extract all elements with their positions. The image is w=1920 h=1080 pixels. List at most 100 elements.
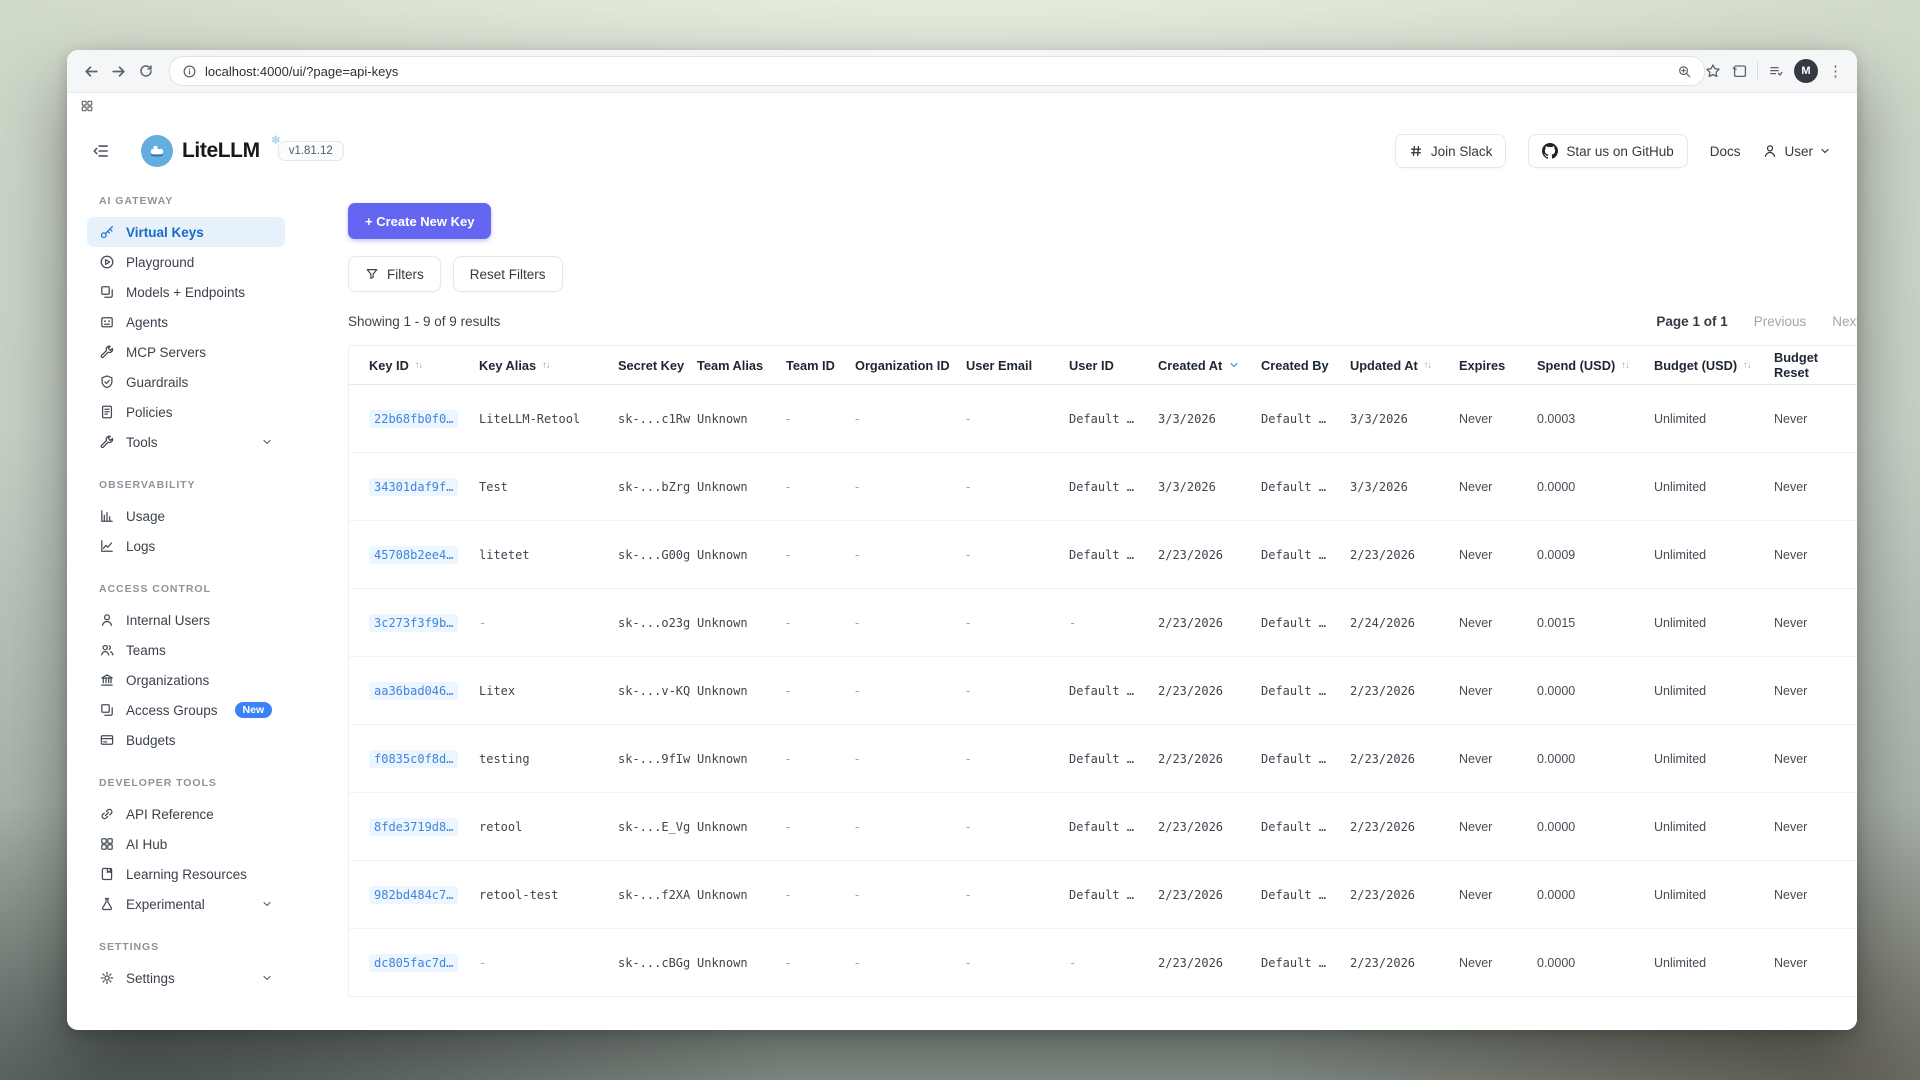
gear-icon — [99, 970, 115, 986]
sidebar-item-experimental[interactable]: Experimental — [87, 889, 285, 919]
sort-icon[interactable]: ↑↓ — [1743, 360, 1751, 371]
play-circle-icon — [99, 254, 115, 270]
sidebar-item-tools[interactable]: Tools — [87, 427, 285, 457]
docs-link[interactable]: Docs — [1710, 144, 1741, 159]
column-header-updated-at[interactable]: Updated At↑↓ — [1350, 358, 1459, 373]
zoom-page-icon[interactable] — [1677, 64, 1692, 79]
sidebar-section: ACCESS CONTROLInternal UsersTeamsOrganiz… — [87, 583, 285, 755]
address-bar[interactable]: localhost:4000/ui/?page=api-keys — [169, 56, 1705, 86]
key-id-link[interactable]: dc805fac7d… — [369, 954, 458, 972]
sidebar-section: DEVELOPER TOOLSAPI ReferenceAI HubLearni… — [87, 777, 285, 919]
filters-button[interactable]: Filters — [348, 256, 441, 292]
apps-grid-icon[interactable] — [80, 99, 94, 113]
reload-icon[interactable] — [136, 58, 157, 84]
forward-icon[interactable] — [108, 58, 129, 84]
key-id-link[interactable]: 982bd484c7… — [369, 886, 458, 904]
next-page-button[interactable]: Next — [1832, 314, 1857, 329]
sidebar-item-settings[interactable]: Settings — [87, 963, 285, 993]
cell-budget-usd-: Unlimited — [1654, 752, 1774, 766]
cell-budget-usd-: Unlimited — [1654, 956, 1774, 970]
cell-created-by: Default … — [1261, 616, 1350, 630]
sidebar-item-mcp-servers[interactable]: MCP Servers — [87, 337, 285, 367]
extensions-icon[interactable] — [1731, 63, 1747, 79]
key-id-link[interactable]: 45708b2ee4… — [369, 546, 458, 564]
browser-profile-avatar[interactable]: M — [1794, 59, 1818, 83]
sidebar-item-label: Usage — [126, 509, 165, 524]
star-github-button[interactable]: Star us on GitHub — [1528, 134, 1687, 168]
sidebar-item-api-reference[interactable]: API Reference — [87, 799, 285, 829]
bank-icon — [99, 672, 115, 688]
brand-name: LiteLLM — [182, 139, 260, 163]
column-header-key-alias[interactable]: Key Alias↑↓ — [479, 358, 618, 373]
key-icon — [99, 224, 115, 240]
chevron-down-icon — [261, 436, 273, 448]
column-header-key-id[interactable]: Key ID↑↓ — [369, 358, 479, 373]
page-indicator: Page 1 of 1 — [1656, 314, 1727, 329]
sidebar-item-policies[interactable]: Policies — [87, 397, 285, 427]
sidebar-item-models-endpoints[interactable]: Models + Endpoints — [87, 277, 285, 307]
create-new-key-button[interactable]: + Create New Key — [348, 203, 491, 239]
cell-key-id: dc805fac7d… — [369, 954, 479, 972]
cell-team-alias: Unknown — [697, 684, 786, 698]
sort-desc-icon[interactable] — [1228, 359, 1240, 371]
key-id-link[interactable]: 8fde3719d8… — [369, 818, 458, 836]
table-row: 45708b2ee4…litetetsk-...G00gUnknown---De… — [349, 521, 1857, 589]
sidebar-item-label: Models + Endpoints — [126, 285, 245, 300]
sidebar-item-budgets[interactable]: Budgets — [87, 725, 285, 755]
cell-updated-at: 3/3/2026 — [1350, 412, 1459, 426]
key-id-link[interactable]: aa36bad046… — [369, 682, 458, 700]
cell-key-alias: Test — [479, 480, 618, 494]
cell-created-at: 3/3/2026 — [1158, 480, 1261, 494]
sidebar-collapse-icon[interactable] — [87, 137, 115, 165]
sidebar-item-internal-users[interactable]: Internal Users — [87, 605, 285, 635]
column-header-spend-usd-[interactable]: Spend (USD)↑↓ — [1537, 358, 1654, 373]
cell-budget-reset: Never — [1774, 684, 1857, 698]
cell-budget-reset: Never — [1774, 616, 1857, 630]
key-id-link[interactable]: 3c273f3f9b… — [369, 614, 458, 632]
sidebar-item-logs[interactable]: Logs — [87, 531, 285, 561]
bookmark-star-icon[interactable] — [1705, 63, 1721, 79]
cell-team-id: - — [786, 888, 855, 902]
sidebar-item-virtual-keys[interactable]: Virtual Keys — [87, 217, 285, 247]
sidebar-item-label: Logs — [126, 539, 155, 554]
key-id-link[interactable]: 34301daf9f… — [369, 478, 458, 496]
sidebar-item-ai-hub[interactable]: AI Hub — [87, 829, 285, 859]
cell-key-alias: LiteLLM-Retool — [479, 412, 618, 426]
grid-icon — [99, 836, 115, 852]
site-info-icon[interactable] — [182, 64, 197, 79]
column-header-budget-usd-[interactable]: Budget (USD)↑↓ — [1654, 358, 1774, 373]
document-icon — [99, 404, 115, 420]
cell-organization-id: - — [855, 956, 966, 970]
sidebar-item-agents[interactable]: Agents — [87, 307, 285, 337]
browser-menu-icon[interactable]: ⋮ — [1828, 62, 1843, 80]
squares-icon — [99, 702, 115, 718]
join-slack-button[interactable]: Join Slack — [1395, 134, 1507, 168]
sidebar-item-playground[interactable]: Playground — [87, 247, 285, 277]
column-header-created-at[interactable]: Created At — [1158, 358, 1261, 373]
back-icon[interactable] — [81, 58, 102, 84]
previous-page-button[interactable]: Previous — [1754, 314, 1807, 329]
reset-filters-button[interactable]: Reset Filters — [453, 256, 563, 292]
sidebar-item-organizations[interactable]: Organizations — [87, 665, 285, 695]
sort-icon[interactable]: ↑↓ — [415, 360, 423, 371]
sidebar-item-guardrails[interactable]: Guardrails — [87, 367, 285, 397]
cell-budget-reset: Never — [1774, 820, 1857, 834]
sidebar-item-learning-resources[interactable]: Learning Resources — [87, 859, 285, 889]
github-icon — [1542, 143, 1558, 159]
cell-team-id: - — [786, 548, 855, 562]
cell-key-alias: - — [479, 956, 618, 970]
sidebar-item-access-groups[interactable]: Access GroupsNew — [87, 695, 285, 725]
sidebar-item-usage[interactable]: Usage — [87, 501, 285, 531]
main-content: + Create New Key Filters Reset Filters S… — [305, 177, 1857, 1030]
models-icon — [99, 284, 115, 300]
user-menu[interactable]: User — [1762, 143, 1831, 159]
user-icon — [99, 612, 115, 628]
sort-icon[interactable]: ↑↓ — [542, 360, 550, 371]
key-id-link[interactable]: f0835c0f8d… — [369, 750, 458, 768]
sort-icon[interactable]: ↑↓ — [1621, 360, 1629, 371]
reading-list-icon[interactable] — [1768, 63, 1784, 79]
sort-icon[interactable]: ↑↓ — [1424, 360, 1432, 371]
sidebar-item-teams[interactable]: Teams — [87, 635, 285, 665]
cell-created-by: Default … — [1261, 480, 1350, 494]
key-id-link[interactable]: 22b68fb0f0… — [369, 410, 458, 428]
